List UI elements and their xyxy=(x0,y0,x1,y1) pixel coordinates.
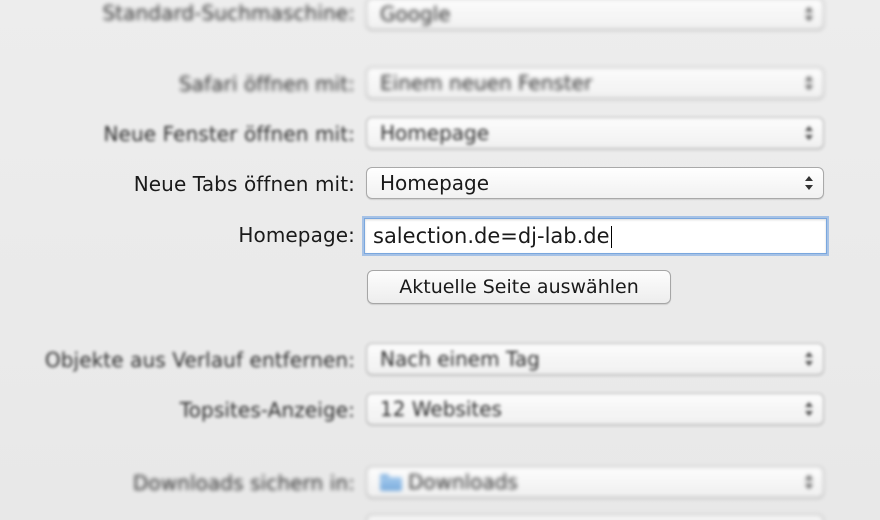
downloads-location-label: Downloads sichern in: xyxy=(132,471,355,495)
topsites-popup[interactable]: 12 Websites xyxy=(366,393,824,425)
set-current-page-button[interactable]: Aktuelle Seite auswählen xyxy=(367,270,671,304)
downloads-location-value: Downloads xyxy=(380,470,518,494)
topsites-value: 12 Websites xyxy=(380,397,502,421)
downloads-location-popup[interactable]: Downloads xyxy=(366,466,824,498)
new-tabs-open-with-label: Neue Tabs öffnen mit: xyxy=(133,172,355,196)
new-tabs-open-with-value: Homepage xyxy=(380,171,490,195)
safari-open-with-popup[interactable]: Einem neuen Fenster xyxy=(366,67,824,99)
homepage-row: Homepage: salection.de=dj-lab.de xyxy=(0,218,880,254)
folder-icon xyxy=(380,474,402,491)
homepage-label: Homepage: xyxy=(238,223,355,247)
safari-open-with-label: Safari öffnen mit: xyxy=(178,72,355,96)
chevron-up-down-icon xyxy=(805,475,813,489)
safari-open-with-row: Safari öffnen mit: Einem neuen Fenster xyxy=(0,67,880,101)
next-popup-partial[interactable] xyxy=(366,514,824,520)
new-windows-open-with-popup[interactable]: Homepage xyxy=(366,117,824,149)
chevron-up-down-icon xyxy=(805,7,813,21)
new-tabs-open-with-popup[interactable]: Homepage xyxy=(366,167,824,199)
new-windows-open-with-row: Neue Fenster öffnen mit: Homepage xyxy=(0,117,880,151)
search-engine-value: Google xyxy=(380,2,451,26)
remove-history-label: Objekte aus Verlauf entfernen: xyxy=(44,348,355,372)
chevron-up-down-icon xyxy=(805,352,813,366)
new-windows-open-with-label: Neue Fenster öffnen mit: xyxy=(103,122,355,146)
remove-history-value: Nach einem Tag xyxy=(380,347,540,371)
chevron-up-down-icon xyxy=(805,176,813,190)
set-current-page-row: Aktuelle Seite auswählen xyxy=(0,270,880,304)
search-engine-popup[interactable]: Google xyxy=(366,0,824,30)
chevron-up-down-icon xyxy=(805,402,813,416)
topsites-row: Topsites-Anzeige: 12 Websites xyxy=(0,393,880,427)
downloads-location-row: Downloads sichern in: Downloads xyxy=(0,466,880,500)
new-tabs-open-with-row: Neue Tabs öffnen mit: Homepage xyxy=(0,167,880,201)
remove-history-popup[interactable]: Nach einem Tag xyxy=(366,343,824,375)
homepage-field-text: salection.de=dj-lab.de xyxy=(373,224,612,248)
safari-open-with-value: Einem neuen Fenster xyxy=(380,71,593,95)
chevron-up-down-icon xyxy=(805,126,813,140)
text-caret xyxy=(610,226,612,248)
remove-history-row: Objekte aus Verlauf entfernen: Nach eine… xyxy=(0,343,880,377)
search-engine-label: Standard-Suchmaschine: xyxy=(102,1,355,25)
general-preferences-pane: Standard-Suchmaschine: Google Safari öff… xyxy=(0,0,880,520)
search-engine-row: Standard-Suchmaschine: Google xyxy=(0,0,880,30)
chevron-up-down-icon xyxy=(805,76,813,90)
topsites-label: Topsites-Anzeige: xyxy=(179,398,355,422)
new-windows-open-with-value: Homepage xyxy=(380,121,490,145)
homepage-field[interactable]: salection.de=dj-lab.de xyxy=(364,218,827,254)
